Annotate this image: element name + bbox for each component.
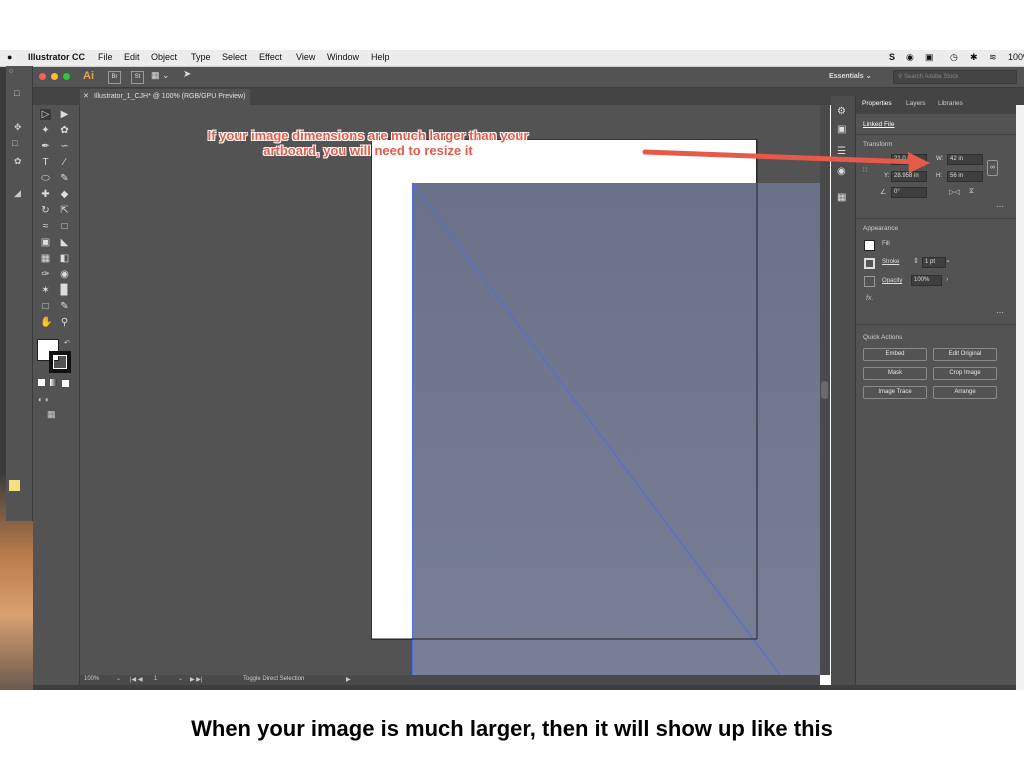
slide-caption: When your image is much larger, then it … [191, 716, 833, 741]
annotation-arrow [642, 149, 930, 173]
